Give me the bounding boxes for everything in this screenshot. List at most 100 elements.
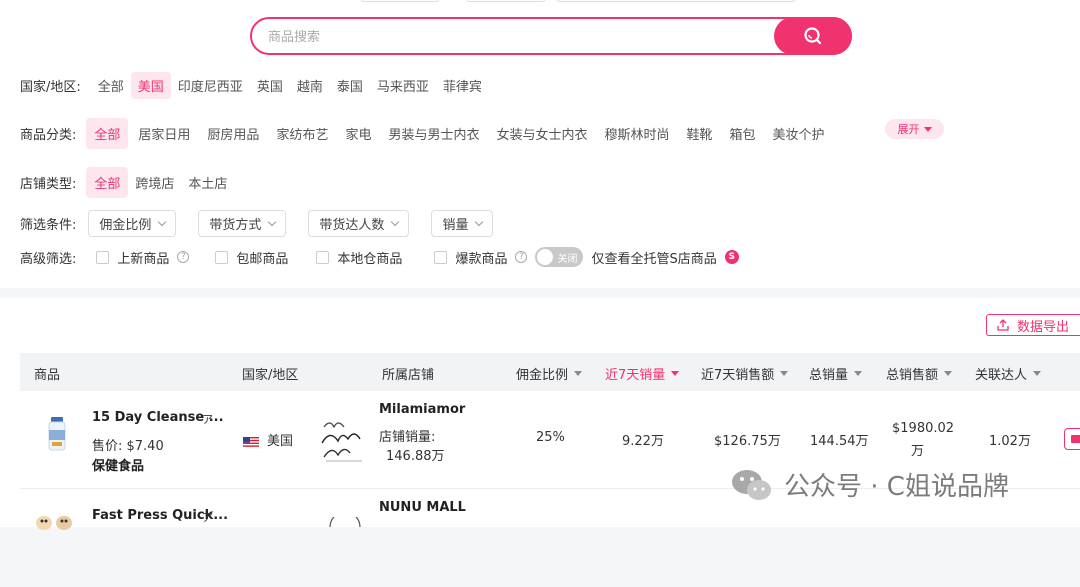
checkbox-box[interactable] (96, 250, 110, 264)
local-warehouse-checkbox[interactable]: 本地仓商品 (316, 248, 402, 267)
product-image (36, 516, 72, 530)
commission-dropdown[interactable]: 佣金比例 (88, 210, 177, 237)
store-type-option-cross-border[interactable]: 跨境店 (128, 169, 181, 196)
toggle-knob (537, 249, 554, 265)
header-commission[interactable]: 佣金比例 (516, 364, 583, 383)
hot-products-checkbox[interactable]: 爆款商品 ? (434, 248, 528, 267)
store-type-option-all[interactable]: 全部 (86, 167, 129, 198)
category-option[interactable]: 男装与男士内衣 (381, 120, 486, 147)
chevron-down-icon (268, 217, 277, 227)
wechat-icon (732, 469, 771, 500)
header-sales-7d[interactable]: 近7天销量 (605, 364, 680, 383)
managed-store-toggle[interactable]: 关闭 (535, 247, 584, 267)
category-option[interactable]: 厨房用品 (200, 120, 266, 147)
category-option[interactable]: 居家日用 (131, 120, 197, 147)
dropdown-label: 佣金比例 (99, 218, 152, 233)
conditions-label: 筛选条件: (20, 218, 77, 233)
table-header: 商品 国家/地区 所属店铺 佣金比例 近7天销量 近7天销售额 总销量 总销售额… (20, 353, 1080, 391)
commission-value: 25% (536, 430, 565, 445)
country-option-th[interactable]: 泰国 (330, 72, 370, 99)
expand-button[interactable]: 展开 (885, 119, 944, 139)
checkbox-box[interactable] (434, 250, 448, 264)
advanced-label: 高级筛选: (20, 251, 77, 267)
header-product: 商品 (34, 368, 61, 383)
category-option[interactable]: 家纺布艺 (269, 120, 335, 147)
header-total-revenue[interactable]: 总销售额 (886, 364, 953, 383)
country-option-my[interactable]: 马来西亚 (370, 72, 436, 99)
header-store: 所属店铺 (382, 368, 435, 383)
action-button[interactable] (1064, 428, 1080, 450)
revenue-7d-value: $126.75万 (714, 434, 781, 449)
store-name[interactable]: Milamiamor (379, 402, 465, 417)
checkbox-label: 本地仓商品 (337, 251, 403, 267)
country-option-uk[interactable]: 英国 (250, 72, 290, 99)
category-option[interactable]: 箱包 (723, 120, 763, 147)
watermark-text: 公众号 · C姐说品牌 (784, 472, 1009, 502)
category-filter-label: 商品分类: (20, 128, 77, 143)
free-shipping-checkbox[interactable]: 包邮商品 (215, 248, 288, 267)
sort-icon (780, 371, 789, 376)
sales-7d-value: 9.22万 (622, 434, 664, 449)
top-tab-stub[interactable] (360, 0, 440, 2)
total-revenue-unit: 万 (911, 444, 925, 459)
store-type-label: 店铺类型: (20, 177, 77, 192)
header-creators[interactable]: 关联达人 (975, 364, 1042, 383)
dropdown-label: 带货达人数 (319, 218, 385, 233)
header-total-sales[interactable]: 总销量 (809, 364, 863, 383)
search-bar (250, 17, 852, 55)
search-button[interactable] (774, 17, 852, 55)
caret-down-icon (923, 126, 932, 132)
category-filter: 商品分类: 全部 居家日用 厨房用品 家纺布艺 家电 男装与男士内衣 女装与女士… (20, 118, 832, 149)
store-logo (329, 517, 361, 527)
header-label: 总销量 (809, 368, 849, 383)
header-label: 佣金比例 (516, 368, 569, 383)
header-country: 国家/地区 (242, 368, 299, 383)
store-type-option-local[interactable]: 本土店 (181, 169, 234, 196)
sales-method-dropdown[interactable]: 带货方式 (198, 210, 287, 237)
category-option-all[interactable]: 全部 (86, 118, 129, 149)
category-option[interactable]: 穆斯林时尚 (598, 120, 677, 147)
product-image (48, 417, 66, 451)
export-label: 数据导出 (1017, 319, 1070, 335)
search-input[interactable] (268, 27, 748, 47)
checkbox-label: 爆款商品 (455, 251, 508, 267)
creator-count-dropdown[interactable]: 带货达人数 (308, 210, 410, 237)
table-row[interactable]: Fast Press Quick... ア NUNU MALL (20, 489, 1080, 587)
search-icon (804, 27, 822, 45)
country-option-vn[interactable]: 越南 (290, 72, 330, 99)
chevron-down-icon (475, 217, 484, 227)
country-option-id[interactable]: 印度尼西亚 (171, 72, 250, 99)
total-sales-value: 144.54万 (810, 434, 869, 449)
country-cell: 美国 (243, 430, 293, 449)
top-tab-stub[interactable] (466, 0, 546, 2)
checkbox-label: 包邮商品 (236, 251, 289, 267)
help-icon[interactable]: ? (177, 251, 190, 263)
chevron-down-icon (158, 217, 167, 227)
export-button[interactable]: 数据导出 (986, 314, 1080, 336)
store-type-filter: 店铺类型: 全部 跨境店 本土店 (20, 167, 234, 198)
store-sales-label: 店铺销量: (379, 430, 436, 445)
new-products-checkbox[interactable]: 上新商品 ? (96, 248, 190, 267)
dropdown-label: 销量 (442, 218, 469, 233)
help-icon[interactable]: ? (515, 251, 528, 263)
category-option[interactable]: 家电 (338, 120, 378, 147)
sales-volume-dropdown[interactable]: 销量 (431, 210, 494, 237)
header-revenue-7d[interactable]: 近7天销售额 (701, 364, 789, 383)
checkbox-box[interactable] (316, 250, 330, 264)
category-option[interactable]: 美妆个护 (766, 120, 832, 147)
top-tab-stub[interactable] (556, 0, 796, 2)
store-name[interactable]: NUNU MALL (379, 500, 466, 515)
country-option-us[interactable]: 美国 (130, 72, 171, 99)
country-option-all[interactable]: 全部 (91, 72, 131, 99)
managed-store-label: 仅查看全托管S店商品 (591, 251, 717, 267)
wechat-watermark: 公众号 · C姐说品牌 (730, 466, 1009, 503)
sort-icon (944, 371, 953, 376)
country-option-ph[interactable]: 菲律宾 (436, 72, 489, 99)
category-option[interactable]: 女装与女士内衣 (489, 120, 594, 147)
checkbox-box[interactable] (215, 250, 229, 264)
category-option[interactable]: 鞋靴 (680, 120, 720, 147)
country-name: 美国 (267, 434, 294, 449)
translate-icon[interactable]: ア (202, 509, 213, 525)
translate-icon[interactable]: ア (202, 411, 213, 427)
advanced-filter: 高级筛选: 上新商品 ? 包邮商品 本地仓商品 爆款商品 ? 关闭 仅查看全托管… (20, 247, 739, 267)
